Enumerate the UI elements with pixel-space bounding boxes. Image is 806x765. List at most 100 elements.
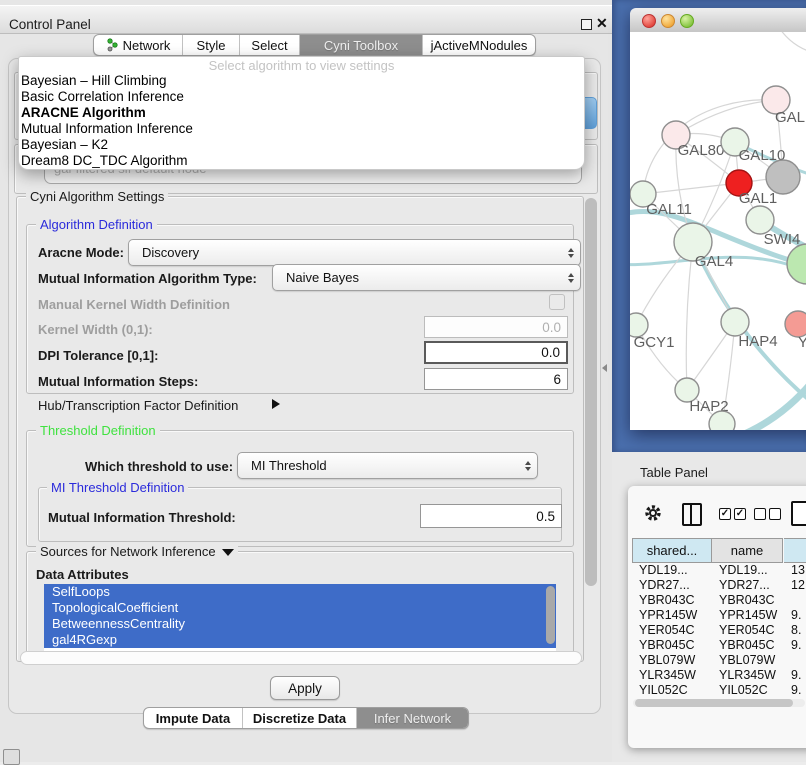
panel-title: Control Panel [9,17,91,32]
mi-type-combo[interactable]: Naive Bayes [272,264,581,291]
spinner-arrows-icon [568,265,574,290]
network-canvas[interactable]: GALGAL80GAL10GAL1GAL11SWI4GAL4GCY1HAP4YH… [630,32,806,430]
table-cell: YBR043C [719,593,775,607]
mi-steps-field[interactable]: 6 [424,368,568,390]
data-attribute-item[interactable]: TopologicalCoefficient [44,600,556,616]
table-column-header[interactable]: name [712,538,783,563]
table-column-header[interactable]: A [784,538,806,563]
settings-horizontal-scrollbar[interactable] [20,651,582,665]
network-node-label: GAL11 [646,201,692,218]
spinner-arrows-icon [525,453,531,478]
tab-style[interactable]: Style [183,35,240,55]
tab-jactivemnodules[interactable]: jActiveMNodules [423,35,535,55]
table-row[interactable]: YBL079WYBL079W [632,653,806,668]
network-node-label: Y [798,334,806,351]
tab-network[interactable]: Network [94,35,183,55]
algorithm-option[interactable]: ARACNE Algorithm [19,105,584,121]
network-edge[interactable] [778,32,806,54]
aracne-mode-combo[interactable]: Discovery [128,239,581,266]
aracne-mode-value: Discovery [142,245,199,260]
network-window-titlebar[interactable] [630,8,806,33]
close-panel-icon[interactable]: ✕ [596,15,608,32]
tab-label: Impute Data [156,711,230,726]
algorithm-option[interactable]: Bayesian – K2 [19,137,584,153]
table-cell: YBR045C [719,638,775,652]
data-attribute-item[interactable]: SelfLoops [44,584,556,600]
mi-threshold-field[interactable]: 0.5 [420,504,562,528]
tab-label: Style [197,38,226,53]
collapse-arrow-icon[interactable] [222,549,234,556]
mi-threshold-label: Mutual Information Threshold: [48,510,236,525]
kernel-width-field[interactable]: 0.0 [424,316,568,338]
network-edge[interactable] [676,100,776,135]
expand-arrow-icon[interactable] [272,399,280,409]
attributes-list-scrollbar[interactable] [546,586,555,644]
mi-threshold-group-title: MI Threshold Definition [47,480,188,495]
algorithm-option[interactable]: Basic Correlation Inference [19,89,584,105]
zoom-window-icon[interactable] [680,14,694,28]
table-cell: YLR345W [639,668,696,682]
network-edge[interactable] [686,242,693,390]
table-cell: YLR345W [719,668,776,682]
which-threshold-combo[interactable]: MI Threshold [237,452,538,479]
table-column-header[interactable]: shared... [632,538,712,563]
dpi-tolerance-field[interactable]: 0.0 [424,341,568,364]
tab-label: jActiveMNodules [431,38,528,53]
table-horizontal-scrollbar[interactable] [633,699,805,707]
split-columns-icon[interactable] [682,503,702,526]
algorithm-option[interactable]: Bayesian – Hill Climbing [19,73,584,89]
table-row[interactable]: YLR345WYLR345W9. [632,668,806,683]
mi-steps-value: 6 [553,372,561,387]
table-cell: YDR27... [639,578,690,592]
table-row[interactable]: YBR043C YBR043C [632,593,806,608]
table-row[interactable]: YIL052CYIL052C9. [632,683,806,698]
manual-kernel-checkbox[interactable] [549,294,565,310]
table-cell: YBR043C [639,593,695,607]
network-edge[interactable] [643,183,739,194]
cyni-bottom-tabbar: Impute Data Discretize Data Infer Networ… [143,707,469,729]
apply-button-label: Apply [288,681,322,696]
algorithm-option[interactable]: Dream8 DC_TDC Algorithm [19,153,584,169]
tab-discretize-data[interactable]: Discretize Data [243,708,357,728]
tab-label: Discretize Data [253,711,346,726]
table-row[interactable]: YDR27...YDR27...12 [632,578,806,593]
network-node[interactable] [746,206,774,234]
select-all-columns-icon[interactable]: ✓✓ [719,508,746,520]
new-table-icon[interactable] [791,501,806,526]
network-node[interactable] [721,308,749,336]
algorithm-option[interactable]: Mutual Information Inference [19,121,584,137]
network-node-label: GAL1 [739,190,777,207]
mi-type-value: Naive Bayes [286,270,359,285]
deselect-all-columns-icon[interactable] [754,508,781,520]
network-node[interactable] [766,160,800,194]
network-node[interactable] [787,244,806,284]
node-table[interactable]: shared...nameA YDL19...YDL19...13YDR27..… [632,538,806,698]
table-row[interactable]: YPR145WYPR145W9. [632,608,806,623]
table-row[interactable]: YER054CYER054C8. [632,623,806,638]
aracne-mode-label: Aracne Mode: [38,245,124,260]
data-attribute-item[interactable]: gal4RGexp [44,632,556,648]
table-row[interactable]: YDL19...YDL19...13 [632,563,806,578]
sources-title: Sources for Network Inference [36,544,238,559]
tab-infer-network[interactable]: Infer Network [357,708,468,728]
which-threshold-label: Which threshold to use: [85,459,233,474]
tab-cyni-toolbox[interactable]: Cyni Toolbox [300,35,423,55]
network-node[interactable] [709,411,735,430]
table-cell: 9. [791,683,801,697]
tab-select[interactable]: Select [240,35,300,55]
minimize-window-icon[interactable] [661,14,675,28]
float-panel-icon[interactable] [581,19,592,30]
apply-button[interactable]: Apply [270,676,340,700]
gear-icon[interactable] [643,503,663,528]
data-attributes-list[interactable]: SelfLoopsTopologicalCoefficientBetweenne… [44,584,556,651]
spinner-arrows-icon [568,240,574,265]
table-row[interactable]: YBR045CYBR045C9. [632,638,806,653]
table-cell: 9. [791,608,801,622]
collapse-panel-arrow-icon[interactable] [602,364,607,372]
settings-vertical-scrollbar[interactable] [585,198,597,586]
tab-impute-data[interactable]: Impute Data [144,708,243,728]
minimized-panel-icon[interactable] [3,749,20,765]
close-window-icon[interactable] [642,14,656,28]
table-window: ✓✓ shared...nameA YDL19...YDL19...13YDR2… [628,486,806,748]
data-attribute-item[interactable]: BetweennessCentrality [44,616,556,632]
